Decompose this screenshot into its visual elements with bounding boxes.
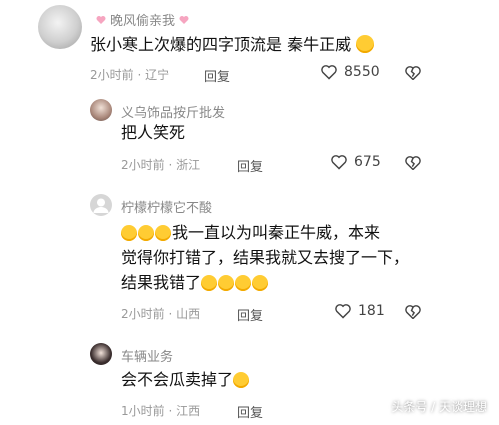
comment-text: 结果我错了 <box>121 271 269 295</box>
reply-button[interactable]: 回复 <box>237 156 263 175</box>
comment-text: 我一直以为叫秦正牛威，本来 <box>121 221 380 245</box>
broken-heart-icon[interactable] <box>404 155 422 171</box>
like-button[interactable]: 181 <box>334 303 385 319</box>
commenter-name[interactable]: 柠檬柠檬它不酸 <box>121 197 212 216</box>
heart-icon <box>96 16 106 24</box>
heart-icon <box>179 16 189 24</box>
commenter-name[interactable]: 义乌饰品按斤批发 <box>121 102 225 121</box>
comment-text: 觉得你打错了，结果我就又去搜了一下， <box>121 248 410 267</box>
comment-meta: 1小时前 · 江西 <box>121 404 201 418</box>
like-button[interactable]: 675 <box>330 154 381 170</box>
reply-button[interactable]: 回复 <box>237 402 263 421</box>
reply-button[interactable]: 回复 <box>204 66 230 85</box>
laughing-emoji-icon <box>218 275 235 291</box>
commenter-name[interactable]: 车辆业务 <box>121 346 173 365</box>
comment-meta: 2小时前 · 山西 <box>121 307 201 321</box>
heart-outline-icon <box>335 304 351 319</box>
watermark: 头条号 / 天谈理想 <box>391 400 487 414</box>
avatar[interactable] <box>90 343 112 365</box>
laughing-emoji-icon <box>201 275 218 291</box>
comment-text: 张小寒上次爆的四字顶流是 秦牛正威 <box>90 33 375 57</box>
thinking-emoji-icon <box>356 35 375 53</box>
avatar[interactable] <box>38 5 82 49</box>
broken-heart-icon[interactable] <box>404 304 422 320</box>
default-user-icon <box>93 198 109 213</box>
heart-outline-icon <box>331 155 347 170</box>
comment-text: 会不会瓜卖掉了 <box>121 368 250 392</box>
laughing-emoji-icon <box>252 275 269 291</box>
laughing-emoji-icon <box>138 225 154 241</box>
comment-meta: 2小时前 · 浙江 <box>121 158 201 172</box>
heart-outline-icon <box>321 65 337 80</box>
avatar[interactable] <box>90 99 112 121</box>
commenter-name[interactable]: 晚风偷亲我 <box>92 10 193 29</box>
laughing-emoji-icon <box>121 225 137 241</box>
reply-button[interactable]: 回复 <box>237 305 263 324</box>
avatar[interactable] <box>90 194 112 216</box>
comment-meta: 2小时前 · 辽宁 <box>90 68 170 82</box>
laughing-emoji-icon <box>235 275 252 291</box>
comment-text: 把人笑死 <box>121 123 186 142</box>
broken-heart-icon[interactable] <box>404 65 422 81</box>
like-button[interactable]: 8550 <box>320 64 380 80</box>
laughing-emoji-icon <box>155 225 171 241</box>
laughing-emoji-icon <box>233 372 250 388</box>
